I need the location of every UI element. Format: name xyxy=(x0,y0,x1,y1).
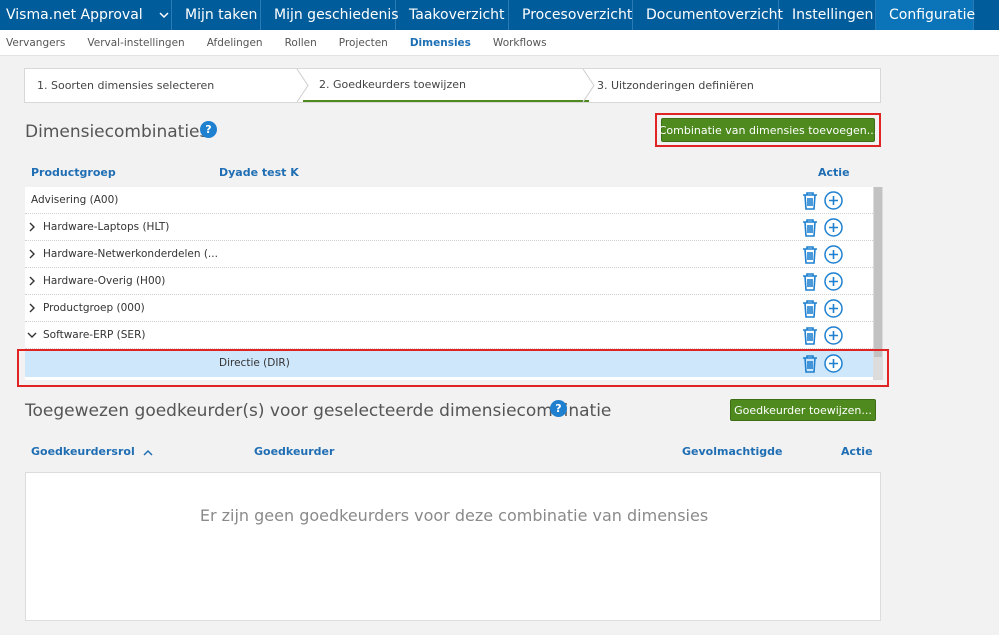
add-circle-icon[interactable] xyxy=(824,326,843,345)
trash-icon[interactable] xyxy=(801,272,819,291)
trash-icon[interactable] xyxy=(801,354,819,373)
cell-productgroep: Software-ERP (SER) xyxy=(43,329,146,341)
combinations-table: Advisering (A00) Hardware-Laptops (HLT) … xyxy=(25,187,883,380)
col-header-productgroep[interactable]: Productgroep xyxy=(31,166,116,179)
approvers-table: Er zijn geen goedkeurders voor deze comb… xyxy=(25,472,881,621)
chevron-right-icon[interactable] xyxy=(27,301,37,315)
add-circle-icon[interactable] xyxy=(824,299,843,318)
wizard-step-3-label: 3. Uitzonderingen definiëren xyxy=(597,79,754,92)
table-row[interactable]: Hardware-Netwerkonderdelen (... xyxy=(25,241,873,268)
empty-message: Er zijn geen goedkeurders voor deze comb… xyxy=(199,506,709,525)
chevron-right-icon[interactable] xyxy=(27,274,37,288)
trash-icon[interactable] xyxy=(801,218,819,237)
col-header-goedkeurdersrol[interactable]: Goedkeurdersrol xyxy=(31,445,153,458)
table-row[interactable]: Hardware-Laptops (HLT) xyxy=(25,214,873,241)
combinations-title: Dimensiecombinaties xyxy=(25,122,209,142)
add-circle-icon[interactable] xyxy=(824,354,843,373)
col-header-dyade-test-k[interactable]: Dyade test K xyxy=(219,166,299,179)
trash-icon[interactable] xyxy=(801,191,819,210)
cell-dyade: Directie (DIR) xyxy=(219,357,290,369)
table-row-selected[interactable]: Directie (DIR) xyxy=(25,350,873,377)
wizard-step-3[interactable]: 3. Uitzonderingen definiëren xyxy=(589,69,880,102)
nav-procesoverzicht[interactable]: Procesoverzicht xyxy=(509,0,633,30)
subnav-dimensies[interactable]: Dimensies xyxy=(410,37,471,49)
table-row[interactable]: Software-ERP (SER) xyxy=(25,322,873,349)
nav-instellingen[interactable]: Instellingen xyxy=(779,0,876,30)
wizard-steps: 1. Soorten dimensies selecteren 2. Goedk… xyxy=(24,68,881,103)
approvers-title: Toegewezen goedkeurder(s) voor geselecte… xyxy=(25,401,612,421)
cell-productgroep: Hardware-Netwerkonderdelen (... xyxy=(43,248,218,260)
add-circle-icon[interactable] xyxy=(824,245,843,264)
assign-approver-button[interactable]: Goedkeurder toewijzen... xyxy=(730,399,876,421)
col-header-actie-approvers: Actie xyxy=(841,445,873,458)
table-row[interactable]: Productgroep (000) xyxy=(25,295,873,322)
chevron-down-icon xyxy=(159,8,169,22)
trash-icon[interactable] xyxy=(801,299,819,318)
subnav-verval-instellingen[interactable]: Verval-instellingen xyxy=(87,37,184,49)
scrollbar-thumb[interactable] xyxy=(874,187,882,357)
add-circle-icon[interactable] xyxy=(824,191,843,210)
top-navigation: Visma.net Approval Mijn taken Mijn gesch… xyxy=(0,0,999,30)
col-header-goedkeurdersrol-label: Goedkeurdersrol xyxy=(31,445,135,458)
col-header-actie: Actie xyxy=(818,166,850,179)
app-switcher[interactable]: Visma.net Approval xyxy=(0,0,172,30)
nav-configuratie[interactable]: Configuratie xyxy=(876,0,975,30)
nav-mijn-geschiedenis[interactable]: Mijn geschiedenis xyxy=(261,0,399,30)
wizard-step-2-label: 2. Goedkeurders toewijzen xyxy=(319,78,466,91)
chevron-right-icon[interactable] xyxy=(27,247,37,261)
nav-documentoverzicht[interactable]: Documentoverzicht xyxy=(633,0,783,30)
chevron-down-icon[interactable] xyxy=(27,328,37,342)
wizard-step-2[interactable]: 2. Goedkeurders toewijzen xyxy=(303,69,595,102)
chevron-right-icon[interactable] xyxy=(27,220,37,234)
cell-productgroep: Advisering (A00) xyxy=(31,194,119,206)
nav-mijn-taken[interactable]: Mijn taken xyxy=(172,0,261,30)
subnav-rollen[interactable]: Rollen xyxy=(285,37,317,49)
trash-icon[interactable] xyxy=(801,245,819,264)
cell-productgroep: Productgroep (000) xyxy=(43,302,145,314)
nav-taakoverzicht[interactable]: Taakoverzicht xyxy=(396,0,509,30)
wizard-step-1-label: 1. Soorten dimensies selecteren xyxy=(37,79,215,92)
sort-up-icon xyxy=(143,449,153,456)
col-header-goedkeurder[interactable]: Goedkeurder xyxy=(254,445,334,458)
sub-navigation: Vervangers Verval-instellingen Afdelinge… xyxy=(0,30,999,56)
cell-productgroep: Hardware-Overig (H00) xyxy=(43,275,166,287)
table-row[interactable]: Hardware-Overig (H00) xyxy=(25,268,873,295)
subnav-vervangers[interactable]: Vervangers xyxy=(6,37,65,49)
subnav-workflows[interactable]: Workflows xyxy=(493,37,547,49)
subnav-afdelingen[interactable]: Afdelingen xyxy=(207,37,263,49)
subnav-projecten[interactable]: Projecten xyxy=(339,37,388,49)
cell-productgroep: Hardware-Laptops (HLT) xyxy=(43,221,170,233)
help-icon[interactable]: ? xyxy=(200,121,217,138)
app-title: Visma.net Approval xyxy=(6,7,143,23)
add-circle-icon[interactable] xyxy=(824,218,843,237)
trash-icon[interactable] xyxy=(801,326,819,345)
col-header-gevolmachtigde[interactable]: Gevolmachtigde xyxy=(682,445,782,458)
table-scrollbar[interactable] xyxy=(873,187,883,380)
table-row[interactable]: Advisering (A00) xyxy=(25,187,873,214)
add-circle-icon[interactable] xyxy=(824,272,843,291)
help-icon[interactable]: ? xyxy=(550,400,567,417)
wizard-step-1[interactable]: 1. Soorten dimensies selecteren xyxy=(25,69,309,102)
add-combination-button[interactable]: Combinatie van dimensies toevoegen... xyxy=(659,118,877,142)
